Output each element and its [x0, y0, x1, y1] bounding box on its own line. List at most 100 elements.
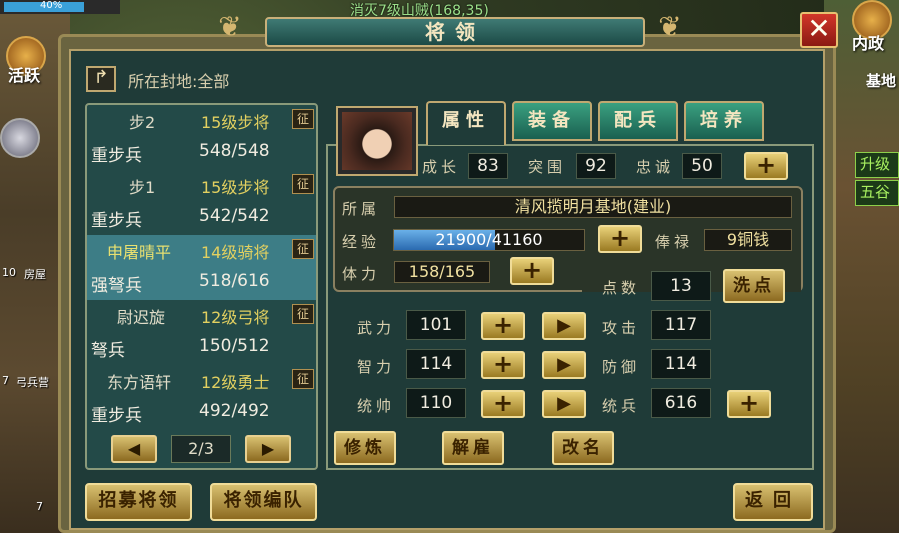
fief-back-button[interactable]: ↱	[86, 66, 116, 92]
barracks-level: 7	[2, 374, 9, 387]
window-title: 将领	[425, 20, 485, 44]
salary-value: 9铜钱	[704, 229, 792, 251]
general-name: 步2	[129, 113, 156, 132]
general-name: 申屠晴平	[107, 243, 172, 262]
conscript-button[interactable]: 征	[292, 109, 314, 129]
general-formation-button[interactable]: 将领编队	[210, 483, 317, 521]
close-button[interactable]: ✕	[800, 12, 838, 48]
force-plus-button[interactable]: +	[481, 312, 525, 340]
command-value: 110	[406, 388, 466, 418]
dismiss-button[interactable]: 解雇	[442, 431, 504, 465]
intellect-plus-button[interactable]: +	[481, 351, 525, 379]
hp-percent: 40%	[40, 0, 63, 11]
exp-label: 经验	[342, 233, 381, 251]
general-row[interactable]: 步1 15级步将 征 重步兵 542/542	[87, 170, 316, 235]
tab-equipment[interactable]: 装备	[512, 101, 592, 141]
exp-value: 21900/41160	[435, 230, 543, 249]
troops-label: 统兵	[602, 397, 641, 415]
base-label[interactable]: 基地	[866, 70, 896, 91]
sword-icon[interactable]	[0, 118, 40, 158]
loyalty-value: 50	[682, 153, 722, 179]
recruit-general-button[interactable]: 招募将领	[85, 483, 192, 521]
intellect-value: 114	[406, 349, 466, 379]
stamina-label: 体力	[342, 265, 381, 283]
activity-label[interactable]: 活跃	[8, 62, 40, 86]
troop-count: 542/542	[199, 206, 270, 226]
general-row-selected[interactable]: 申屠晴平 14级骑将 征 强弩兵 518/616	[87, 235, 316, 300]
points-label: 点数	[602, 279, 641, 297]
faction-value: 清风揽明月基地(建业)	[394, 196, 792, 218]
house-label: 房屋	[24, 268, 46, 281]
general-rank: 15级步将	[201, 113, 270, 132]
train-button[interactable]: 修炼	[334, 431, 396, 465]
hp-bar: 40%	[0, 0, 120, 14]
troop-type: 弩兵	[91, 341, 125, 361]
force-arrow-button[interactable]: ▶	[542, 312, 586, 340]
growth-label: 成长	[422, 158, 461, 176]
general-rank: 12级弓将	[201, 308, 270, 327]
troop-type: 重步兵	[91, 211, 142, 231]
title-ornament-left: ❦	[218, 10, 242, 43]
growth-value: 83	[468, 153, 508, 179]
troops-plus-button[interactable]: +	[727, 390, 771, 418]
conscript-button[interactable]: 征	[292, 304, 314, 324]
command-arrow-button[interactable]: ▶	[542, 390, 586, 418]
tab-attributes[interactable]: 属性	[426, 101, 506, 145]
troop-count: 150/512	[199, 336, 270, 356]
conscript-button[interactable]: 征	[292, 239, 314, 259]
upgrade-box[interactable]: 升级	[855, 152, 899, 178]
title-ornament-right: ❦	[658, 10, 682, 43]
general-rank: 15级步将	[201, 178, 270, 197]
tab-training[interactable]: 培养	[684, 101, 764, 141]
general-row[interactable]: 步2 15级步将 征 重步兵 548/548	[87, 105, 316, 170]
stamina-plus-button[interactable]: +	[510, 257, 554, 285]
attack-value: 117	[651, 310, 711, 340]
troop-type: 强弩兵	[91, 276, 142, 296]
general-portrait	[336, 106, 418, 176]
prev-page-button[interactable]: ◀	[111, 435, 157, 463]
breakthrough-label: 突围	[528, 158, 567, 176]
stamina-value: 158/165	[394, 261, 490, 283]
portrait-face	[342, 112, 412, 170]
general-row[interactable]: 尉迟旋 12级弓将 征 弩兵 150/512	[87, 300, 316, 365]
exp-bar: 21900/41160	[393, 229, 585, 251]
intellect-arrow-button[interactable]: ▶	[542, 351, 586, 379]
force-value: 101	[406, 310, 466, 340]
troop-type: 重步兵	[91, 406, 142, 426]
general-list: 步2 15级步将 征 重步兵 548/548 步1 15级步将 征 重步兵 54…	[85, 103, 318, 470]
general-name: 东方语轩	[107, 373, 172, 392]
conscript-button[interactable]: 征	[292, 174, 314, 194]
back-button[interactable]: 返回	[733, 483, 813, 521]
loyalty-plus-button[interactable]: +	[744, 152, 788, 180]
fief-filter-label: 所在封地:全部	[128, 72, 230, 91]
page-indicator: 2/3	[171, 435, 231, 463]
points-value: 13	[651, 271, 711, 301]
window-title-bar: 将领	[265, 17, 645, 47]
breakthrough-value: 92	[576, 153, 616, 179]
troop-type: 重步兵	[91, 146, 142, 166]
defense-label: 防御	[602, 358, 641, 376]
general-rank: 12级勇士	[201, 373, 270, 392]
command-plus-button[interactable]: +	[481, 390, 525, 418]
troop-count: 518/616	[199, 271, 270, 291]
building-level: 7	[36, 500, 43, 513]
barracks-label: 弓兵营	[16, 376, 49, 389]
troop-count: 492/492	[199, 401, 270, 421]
force-label: 武力	[357, 319, 396, 337]
general-row[interactable]: 东方语轩 12级勇士 征 重步兵 492/492	[87, 365, 316, 430]
conscript-button[interactable]: 征	[292, 369, 314, 389]
interior-label[interactable]: 内政	[852, 30, 884, 54]
rename-button[interactable]: 改名	[552, 431, 614, 465]
exp-plus-button[interactable]: +	[598, 225, 642, 253]
command-label: 统帅	[357, 397, 396, 415]
next-page-button[interactable]: ▶	[245, 435, 291, 463]
troop-count: 548/548	[199, 141, 270, 161]
loyalty-label: 忠诚	[636, 158, 675, 176]
defense-value: 114	[651, 349, 711, 379]
house-level: 10	[2, 266, 16, 279]
intellect-label: 智力	[357, 358, 396, 376]
tab-troops[interactable]: 配兵	[598, 101, 678, 141]
grain-box[interactable]: 五谷	[855, 180, 899, 206]
reset-points-button[interactable]: 洗点	[723, 269, 785, 303]
list-pager: ◀ 2/3 ▶	[85, 430, 318, 470]
